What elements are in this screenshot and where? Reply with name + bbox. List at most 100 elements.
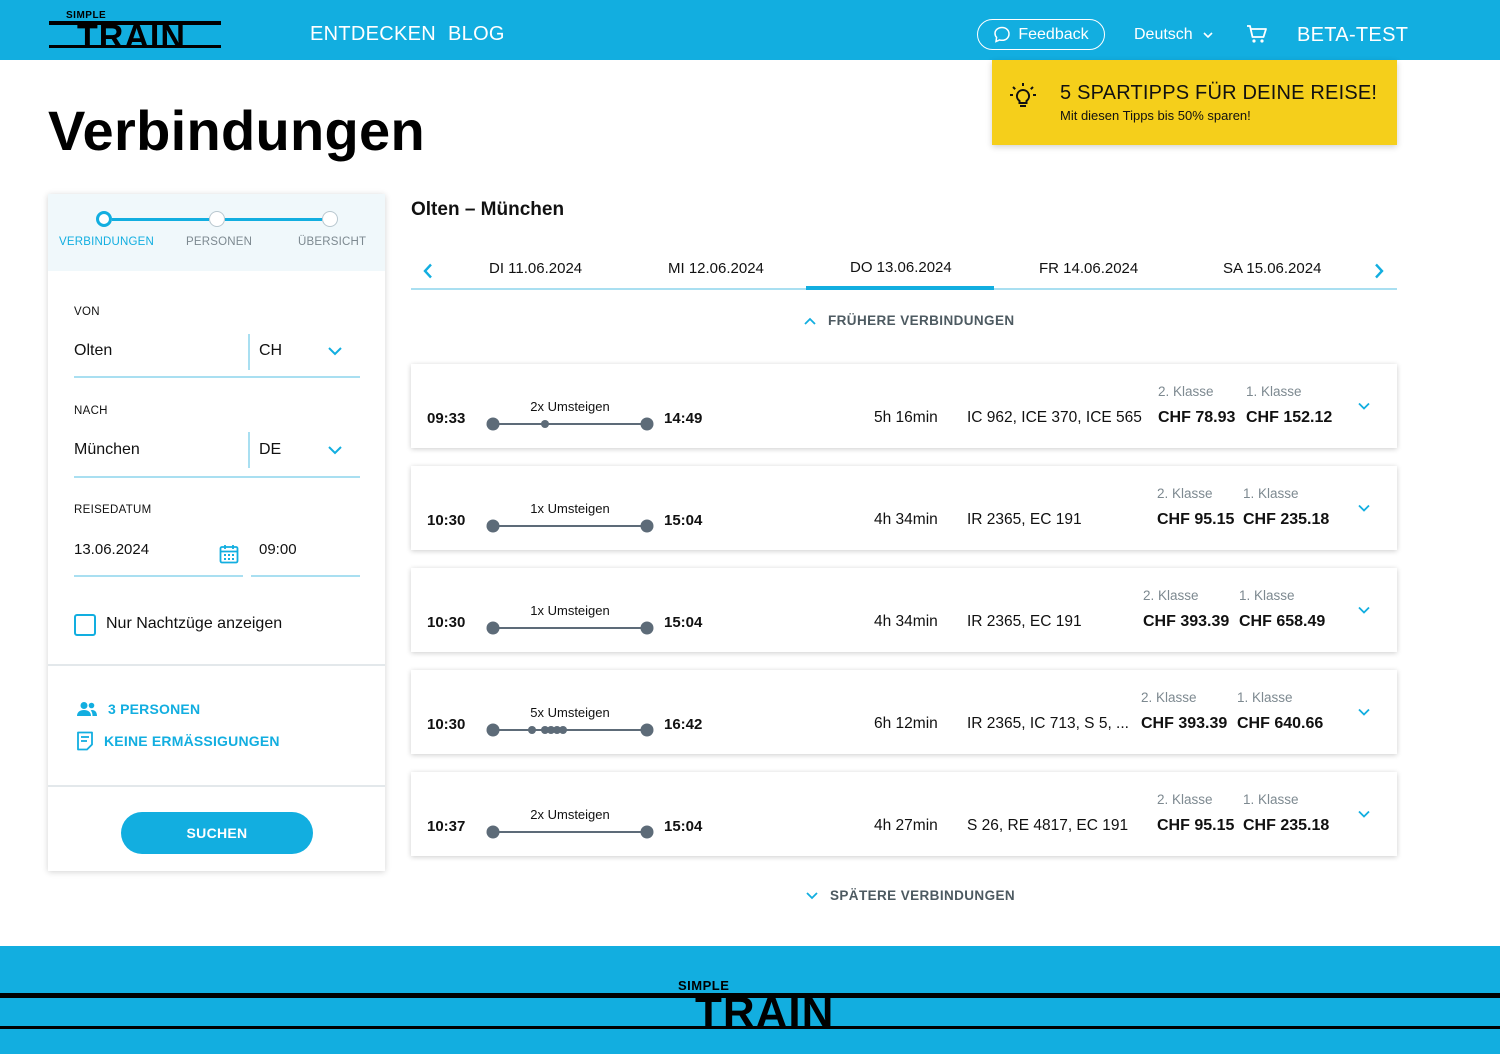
train-numbers: IR 2365, IC 713, S 5, ...: [967, 715, 1129, 732]
date-underline: [74, 575, 243, 577]
chevron-down-icon: [806, 891, 818, 899]
calendar-icon[interactable]: [219, 544, 239, 564]
site-logo[interactable]: SIMPLE TRAIN: [49, 8, 221, 56]
departure-time: 10:30: [427, 716, 466, 733]
chevron-down-icon[interactable]: [328, 446, 342, 455]
timeline-stop-dot: [541, 420, 549, 428]
timeline-stop-dot: [489, 522, 497, 530]
timeline-end-dot: [640, 825, 654, 839]
chevron-down-icon[interactable]: [1357, 402, 1371, 411]
feedback-button[interactable]: Feedback: [977, 19, 1105, 50]
step-label-personen[interactable]: PERSONEN: [186, 236, 252, 248]
timeline-end-dot: [640, 519, 654, 533]
night-trains-label[interactable]: Nur Nachtzüge anzeigen: [106, 615, 282, 633]
promo-subtitle: Mit diesen Tipps bis 50% sparen!: [1060, 108, 1251, 123]
chevron-right-icon[interactable]: [1374, 263, 1384, 279]
arrival-time: 15:04: [664, 614, 703, 631]
step-connector: [112, 218, 209, 221]
timeline-stop-dot: [489, 624, 497, 632]
class2-label: 2. Klasse: [1143, 588, 1199, 603]
transfer-count: 2x Umsteigen: [530, 399, 610, 414]
night-trains-checkbox[interactable]: [74, 614, 96, 636]
route-timeline: [486, 417, 654, 431]
lightbulb-icon: [1010, 83, 1036, 107]
class1-label: 1. Klasse: [1246, 384, 1302, 399]
discounts-link[interactable]: KEINE ERMÄSSIGUNGEN: [76, 731, 280, 751]
field-separator: [248, 334, 250, 370]
chevron-down-icon[interactable]: [328, 347, 342, 356]
class1-label: 1. Klasse: [1239, 588, 1295, 603]
to-label: NACH: [74, 405, 108, 417]
tab-date[interactable]: MI 12.06.2024: [668, 260, 764, 277]
to-input[interactable]: München: [74, 441, 140, 459]
price-class1: CHF 658.49: [1239, 613, 1326, 630]
tab-date[interactable]: SA 15.06.2024: [1223, 260, 1321, 277]
field-separator: [248, 432, 250, 468]
step-dot-personen: [209, 211, 225, 227]
connection-card[interactable]: 09:33 14:49 2x Umsteigen 5h 16min IC 962, IC…: [411, 364, 1397, 448]
tab-date[interactable]: DI 11.06.2024: [489, 260, 582, 277]
search-button[interactable]: SUCHEN: [121, 812, 313, 854]
cart-icon[interactable]: [1246, 24, 1268, 44]
duration: 6h 12min: [874, 715, 938, 732]
route-timeline: [486, 825, 654, 839]
step-dot-verbindungen: [96, 211, 112, 227]
connection-card[interactable]: 10:30 15:04 1x Umsteigen 4h 34min IR 2365, E…: [411, 466, 1397, 550]
price-class2: CHF 95.15: [1157, 511, 1235, 528]
earlier-connections-label: FRÜHERE VERBINDUNGEN: [828, 313, 1015, 328]
price-class2: CHF 78.93: [1158, 409, 1236, 426]
timeline-end-dot: [640, 417, 654, 431]
from-label: VON: [74, 306, 100, 318]
step-label-uebersicht[interactable]: ÜBERSICHT: [298, 236, 366, 248]
from-country-select[interactable]: CH: [259, 342, 282, 360]
timeline-end-dot: [640, 723, 654, 737]
tab-date-selected[interactable]: DO 13.06.2024: [850, 259, 952, 276]
earlier-connections-link[interactable]: FRÜHERE VERBINDUNGEN: [804, 313, 1015, 328]
from-input[interactable]: Olten: [74, 342, 112, 360]
footer-logo-big: TRAIN: [695, 988, 835, 1037]
duration: 4h 34min: [874, 613, 938, 630]
route-timeline: [486, 519, 654, 533]
timeline-stop-dot: [490, 828, 498, 836]
language-select[interactable]: Deutsch: [1134, 26, 1213, 44]
later-connections-link[interactable]: SPÄTERE VERBINDUNGEN: [806, 888, 1015, 903]
train-numbers: IR 2365, EC 191: [967, 613, 1082, 630]
connection-card[interactable]: 10:30 15:04 1x Umsteigen 4h 34min IR 2365, E…: [411, 568, 1397, 652]
date-input[interactable]: 13.06.2024: [74, 541, 149, 558]
chevron-left-icon[interactable]: [423, 263, 433, 279]
chevron-down-icon[interactable]: [1357, 504, 1371, 513]
nav-entdecken[interactable]: ENTDECKEN: [310, 23, 436, 46]
class2-label: 2. Klasse: [1158, 384, 1214, 399]
chevron-down-icon[interactable]: [1357, 606, 1371, 615]
price-class2: CHF 95.15: [1157, 817, 1235, 834]
price-class1: CHF 235.18: [1243, 511, 1330, 528]
to-country-select[interactable]: DE: [259, 441, 281, 459]
nav-blog[interactable]: BLOG: [448, 23, 505, 46]
timeline-stop-dot: [528, 726, 536, 734]
persons-link[interactable]: 3 PERSONEN: [76, 701, 200, 717]
beta-test-link[interactable]: BETA-TEST: [1297, 24, 1408, 47]
panel-divider: [48, 785, 385, 787]
chevron-up-icon: [804, 317, 816, 325]
route-timeline: [486, 723, 654, 737]
discounts-label: KEINE ERMÄSSIGUNGEN: [104, 733, 280, 749]
feedback-label: Feedback: [1018, 25, 1089, 43]
chevron-down-icon[interactable]: [1357, 708, 1371, 717]
step-label-verbindungen[interactable]: VERBINDUNGEN: [59, 236, 154, 248]
savings-tips-banner[interactable]: 5 SPARTIPPS FÜR DEINE REISE! Mit diesen …: [992, 60, 1397, 145]
price-class2: CHF 393.39: [1143, 613, 1230, 630]
chevron-down-icon[interactable]: [1357, 810, 1371, 819]
chat-bubble-icon: [994, 26, 1011, 43]
departure-time: 10:30: [427, 512, 466, 529]
price-class1: CHF 152.12: [1246, 409, 1333, 426]
tab-date[interactable]: FR 14.06.2024: [1039, 260, 1138, 277]
document-icon: [77, 731, 93, 751]
transfer-count: 5x Umsteigen: [530, 705, 610, 720]
transfer-count: 1x Umsteigen: [530, 603, 610, 618]
class1-label: 1. Klasse: [1243, 792, 1299, 807]
search-panel: VERBINDUNGEN PERSONEN ÜBERSICHT VON Olte…: [48, 194, 385, 871]
connection-card[interactable]: 10:30 16:42 5x Umsteigen 6h 12min IR 2365, I…: [411, 670, 1397, 754]
train-numbers: S 26, RE 4817, EC 191: [967, 817, 1129, 834]
time-input[interactable]: 09:00: [259, 541, 297, 558]
connection-card[interactable]: 10:37 15:04 2x Umsteigen 4h 27min S 26, RE 4…: [411, 772, 1397, 856]
